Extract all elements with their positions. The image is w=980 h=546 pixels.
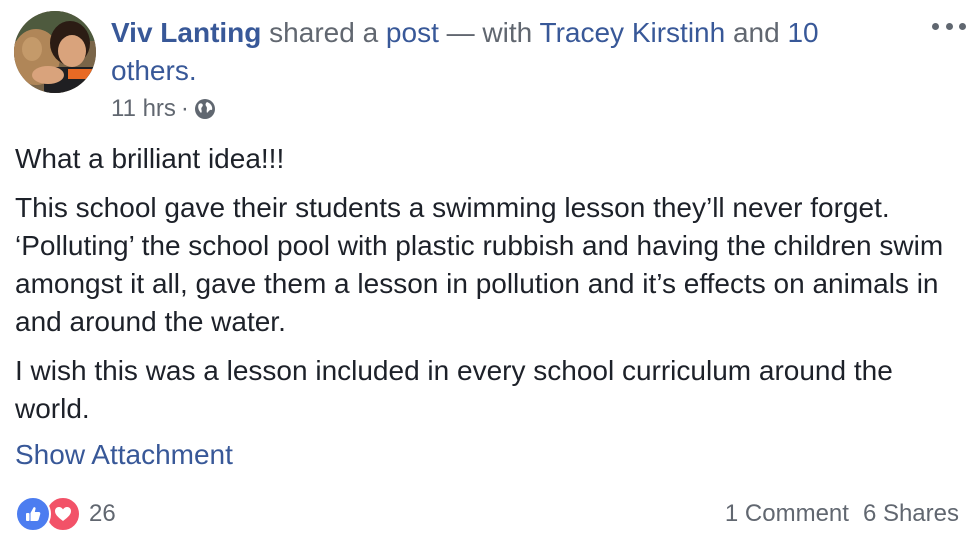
- post-paragraph: What a brilliant idea!!!: [15, 143, 285, 174]
- post-stats: 1 Comment 6 Shares: [725, 498, 959, 530]
- like-icon: [15, 496, 51, 532]
- post-paragraph: This school gave their students a swimmi…: [15, 192, 944, 337]
- post-link[interactable]: post: [386, 17, 439, 48]
- globe-icon[interactable]: [194, 98, 216, 120]
- post-paragraph: I wish this was a lesson included in eve…: [15, 355, 893, 424]
- tagged-person-link[interactable]: Tracey Kirstinh: [540, 17, 726, 48]
- avatar[interactable]: [14, 11, 96, 93]
- reaction-count: 26: [89, 500, 116, 527]
- action-text: shared a: [269, 17, 379, 48]
- shares-count-link[interactable]: 6 Shares: [863, 498, 959, 530]
- more-dot: [959, 22, 966, 30]
- comments-count-link[interactable]: 1 Comment: [725, 498, 849, 530]
- post-meta: 11 hrs ·: [111, 94, 216, 124]
- more-dots-icon: [932, 22, 939, 30]
- show-attachment-link[interactable]: Show Attachment: [15, 436, 233, 474]
- meta-separator: ·: [180, 95, 189, 122]
- more-options-button[interactable]: [932, 14, 966, 38]
- and-text: and: [732, 17, 780, 48]
- with-text: — with: [446, 17, 533, 48]
- post-body: What a brilliant idea!!! This school gav…: [15, 140, 965, 439]
- post-header: Viv Lanting shared a post — with Tracey …: [111, 14, 891, 90]
- reactions-summary[interactable]: 26: [15, 496, 116, 532]
- post-timestamp[interactable]: 11 hrs: [111, 95, 176, 123]
- feed-post: Viv Lanting shared a post — with Tracey …: [0, 0, 980, 546]
- more-dot: [945, 22, 953, 30]
- author-name[interactable]: Viv Lanting: [111, 17, 261, 48]
